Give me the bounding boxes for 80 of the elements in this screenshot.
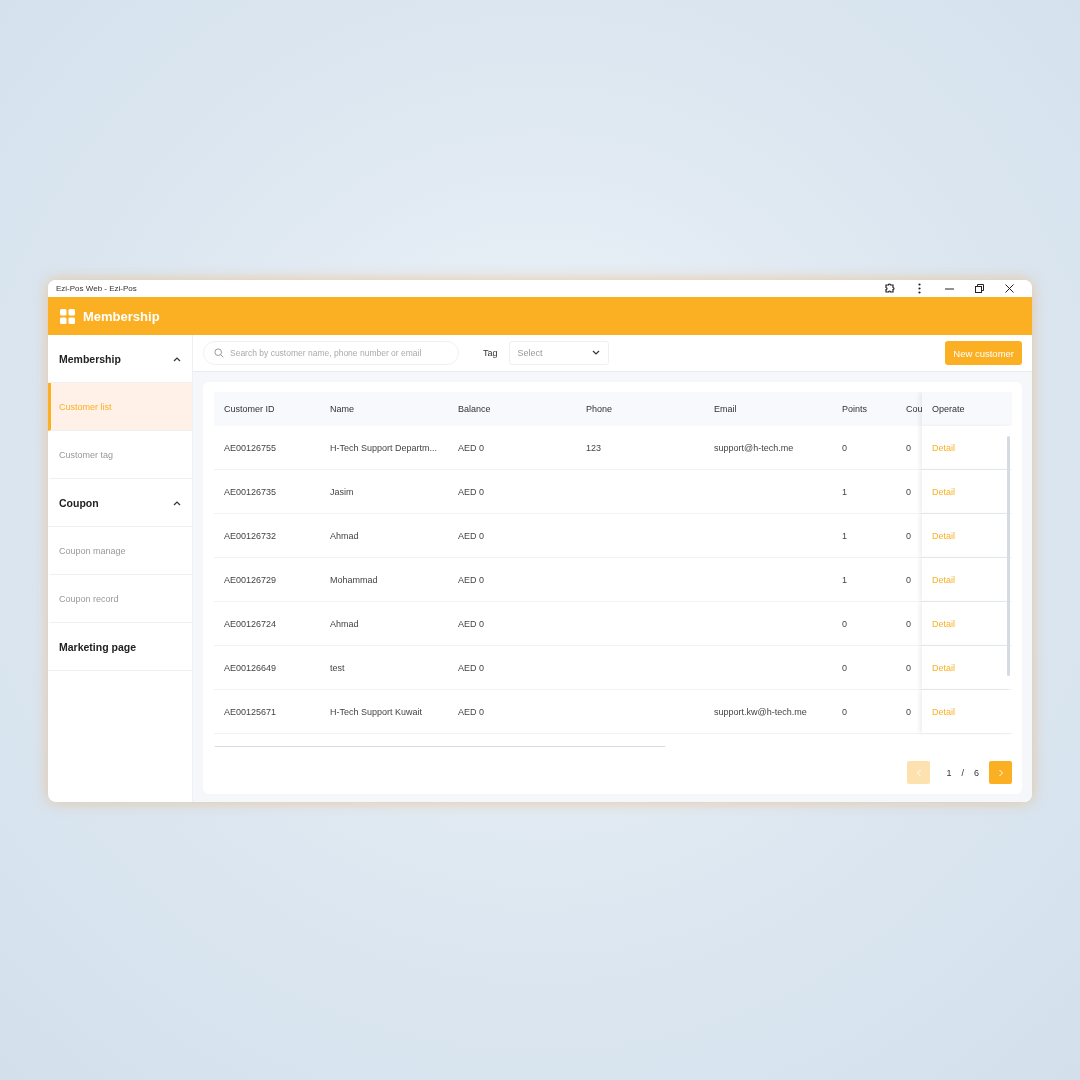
chevron-right-icon <box>997 768 1004 777</box>
table-cell: Mohammad <box>330 574 378 585</box>
chevron-left-icon <box>915 768 922 777</box>
page-separator: / <box>961 767 964 778</box>
table-cell: 1 <box>842 530 847 541</box>
tag-select[interactable]: Select <box>508 341 609 365</box>
column-header: Balance <box>458 404 491 414</box>
column-header: Cou <box>906 404 922 414</box>
table-cell: AE00125671 <box>224 706 277 717</box>
new-customer-button[interactable]: New customer <box>945 341 1022 365</box>
detail-link[interactable]: Detail <box>932 662 955 673</box>
column-header: Phone <box>586 404 613 414</box>
table-cell: AE00126649 <box>224 662 277 673</box>
table-cell: support@h-tech.me <box>714 442 794 453</box>
table-cell: 0 <box>842 662 847 673</box>
table-cell: Jasim <box>330 486 354 497</box>
more-icon[interactable] <box>917 283 921 294</box>
table-cell: AE00126755 <box>224 442 277 453</box>
tag-label: Tag <box>483 348 498 358</box>
sidebar-group[interactable]: Marketing page <box>48 623 192 671</box>
table-cell: test <box>330 662 345 673</box>
detail-link[interactable]: Detail <box>932 574 955 585</box>
table-cell: 1 <box>842 486 847 497</box>
minimize-icon[interactable] <box>944 287 954 290</box>
table-cell: 0 <box>906 530 911 541</box>
detail-link[interactable]: Detail <box>932 442 955 453</box>
table-cell: 0 <box>906 574 911 585</box>
sidebar-item[interactable]: Customer tag <box>48 431 192 479</box>
table-cell: 0 <box>906 486 911 497</box>
table-cell: 0 <box>906 662 911 673</box>
table-cell: 0 <box>842 618 847 629</box>
sidebar-group[interactable]: Coupon <box>48 479 192 527</box>
column-header: Name <box>330 404 354 414</box>
table-cell: 0 <box>842 442 847 453</box>
restore-icon[interactable] <box>974 284 984 293</box>
table-cell: Ahmad <box>330 530 359 541</box>
grid-icon <box>60 308 75 324</box>
table-cell: H-Tech Support Kuwait <box>330 706 423 717</box>
sidebar-item[interactable]: Coupon record <box>48 575 192 623</box>
sidebar-item[interactable]: Customer list <box>48 383 192 431</box>
table-cell: AED 0 <box>458 530 484 541</box>
table-cell: AE00126735 <box>224 486 277 497</box>
search-icon <box>214 348 224 358</box>
detail-link[interactable]: Detail <box>932 486 955 497</box>
table-cell: AED 0 <box>458 618 484 629</box>
table-cell: 0 <box>906 618 911 629</box>
total-pages: 6 <box>974 767 979 778</box>
chevron-icon[interactable] <box>173 355 181 362</box>
current-page: 1 <box>946 767 952 778</box>
close-icon[interactable] <box>1004 284 1014 293</box>
table-cell: 123 <box>586 442 602 453</box>
chevron-icon[interactable] <box>591 350 600 356</box>
sidebar-item[interactable]: Coupon manage <box>48 527 192 575</box>
table-cell: AED 0 <box>458 442 484 453</box>
table-cell: AED 0 <box>458 662 484 673</box>
window-title: Ezi-Pos Web - Ezi-Pos <box>56 284 138 293</box>
page-title: Membership <box>83 308 160 324</box>
detail-link[interactable]: Detail <box>932 706 955 717</box>
table-cell: AED 0 <box>458 486 484 497</box>
table-cell: AE00126729 <box>224 574 277 585</box>
table-cell: support.kw@h-tech.me <box>714 706 807 717</box>
detail-link[interactable]: Detail <box>932 530 955 541</box>
table-cell: Ahmad <box>330 618 359 629</box>
table-cell: AE00126732 <box>224 530 277 541</box>
detail-link[interactable]: Detail <box>932 618 955 629</box>
table-cell: AED 0 <box>458 706 484 717</box>
extension-icon[interactable] <box>883 283 895 294</box>
vertical-scrollbar[interactable] <box>1007 436 1010 676</box>
table-cell: AED 0 <box>458 574 484 585</box>
table-cell: 1 <box>842 574 847 585</box>
table-cell: 0 <box>842 706 847 717</box>
column-header: Operate <box>932 404 965 414</box>
column-header: Points <box>842 404 867 414</box>
table-cell: H-Tech Support Departm... <box>330 442 438 453</box>
table-cell: AE00126724 <box>224 618 277 629</box>
column-header: Customer ID <box>224 404 275 414</box>
table-cell: 0 <box>906 442 911 453</box>
column-header: Email <box>714 404 737 414</box>
chevron-icon[interactable] <box>173 499 181 506</box>
table-cell: 0 <box>906 706 911 717</box>
